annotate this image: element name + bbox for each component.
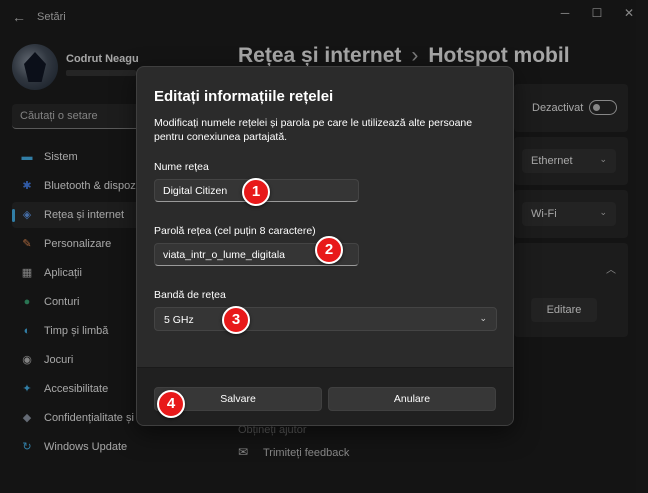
dialog-title: Editați informațiile rețelei <box>154 88 334 105</box>
settings-window: ← Setări ─ ☐ ✕ Codrut Neagu Căutați o se… <box>0 0 648 493</box>
band-label: Bandă de rețea <box>154 289 226 301</box>
step-marker-2: 2 <box>315 236 343 264</box>
step-marker-1: 1 <box>242 178 270 206</box>
cancel-button-label: Anulare <box>393 393 431 405</box>
cancel-button[interactable]: Anulare <box>328 387 496 411</box>
dialog-description: Modificați numele rețelei și parola pe c… <box>154 117 473 143</box>
network-name-label: Nume rețea <box>154 161 209 173</box>
password-label: Parolă rețea (cel puțin 8 caractere) <box>154 225 316 237</box>
step-marker-4: 4 <box>157 390 185 418</box>
band-value: 5 GHz <box>164 314 194 326</box>
network-name-value: Digital Citizen <box>163 185 228 197</box>
password-value: viata_intr_o_lume_digitala <box>163 249 285 261</box>
dialog-footer: Salvare Anulare <box>137 367 513 425</box>
chevron-down-icon: ⌄ <box>479 313 487 323</box>
step-marker-3: 3 <box>222 306 250 334</box>
band-select[interactable]: 5 GHz ⌄ <box>154 307 497 331</box>
